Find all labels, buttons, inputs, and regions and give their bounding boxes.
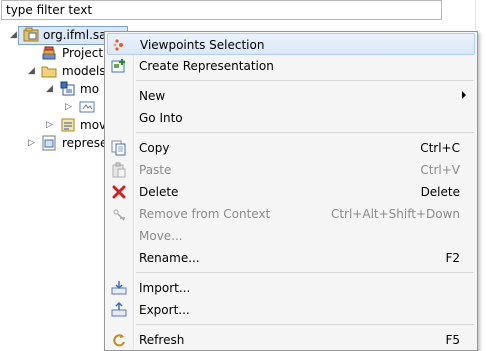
representations-file-icon <box>42 135 56 151</box>
tree-item-model-child[interactable]: ▷ <box>0 98 110 116</box>
collapsed-arrow-icon[interactable]: ▷ <box>28 139 37 148</box>
menu-label: Viewpoints Selection <box>140 38 265 52</box>
menu-item-delete[interactable]: Delete Delete <box>107 181 475 203</box>
copy-icon <box>111 140 126 156</box>
menu-item-import[interactable]: Import... <box>107 277 475 299</box>
export-icon <box>111 302 127 317</box>
menu-item-move[interactable]: Move... <box>107 225 475 247</box>
tree-item-represent[interactable]: ▷ represer <box>0 134 112 152</box>
filter-input[interactable]: type filter text <box>1 0 442 20</box>
menu-label: New <box>139 89 166 103</box>
diagram-model-icon <box>61 118 75 132</box>
menu-item-rename[interactable]: Rename... F2 <box>107 247 475 269</box>
folder-icon <box>41 66 57 78</box>
collapsed-arrow-icon[interactable]: ▷ <box>65 103 74 112</box>
remove-from-context-icon <box>113 209 125 221</box>
menu-item-copy[interactable]: Copy Ctrl+C <box>107 137 475 159</box>
menu-shortcut: F2 <box>445 251 460 265</box>
menu-label: Delete <box>139 185 179 199</box>
menu-shortcut: Ctrl+C <box>420 141 460 155</box>
menu-label: Remove from Context <box>139 207 271 221</box>
delete-icon <box>112 185 126 199</box>
paste-icon <box>112 162 126 178</box>
expanded-arrow-icon[interactable]: ◢ <box>28 67 37 76</box>
viewpoints-icon <box>113 39 123 51</box>
tree-item-project[interactable]: Project I <box>0 44 110 62</box>
menu-item-viewpoints-selection[interactable]: Viewpoints Selection <box>107 33 475 55</box>
project-dependencies-icon <box>42 46 56 60</box>
menu-separator <box>136 272 474 273</box>
menu-label: Go Into <box>139 111 183 125</box>
menu-separator <box>136 80 474 81</box>
project-icon <box>23 27 39 42</box>
model-icon <box>60 81 75 96</box>
menu-label: Copy <box>139 141 170 155</box>
menu-shortcut: Ctrl+Alt+Shift+Down <box>330 207 460 221</box>
menu-item-new[interactable]: New <box>107 85 475 107</box>
tree-models-label: models <box>62 64 106 78</box>
menu-label: Create Representation <box>139 59 274 73</box>
tree-model-label: mo <box>80 82 100 96</box>
menu-separator <box>136 324 474 325</box>
collapsed-arrow-icon[interactable]: ▷ <box>46 121 55 130</box>
menu-label: Move... <box>139 229 183 243</box>
expanded-arrow-icon[interactable]: ◢ <box>10 31 19 40</box>
tree-root-label: org.ifml.sar <box>43 28 112 42</box>
import-icon <box>111 281 127 295</box>
menu-item-paste[interactable]: Paste Ctrl+V <box>107 159 475 181</box>
menu-label: Import... <box>139 281 191 295</box>
menu-item-go-into[interactable]: Go Into <box>107 107 475 129</box>
tree-item-move[interactable]: ▷ mov <box>0 116 110 134</box>
tree-move-label: mov <box>80 118 107 132</box>
menu-label: Paste <box>139 163 172 177</box>
create-representation-icon <box>111 59 125 73</box>
menu-separator <box>136 132 474 133</box>
menu-item-remove-from-context[interactable]: Remove from Context Ctrl+Alt+Shift+Down <box>107 203 475 225</box>
menu-shortcut: Delete <box>420 185 460 199</box>
tree-item-model[interactable]: ◢ mo <box>0 80 110 98</box>
expanded-arrow-icon[interactable]: ◢ <box>46 85 55 94</box>
menu-item-create-representation[interactable]: Create Representation <box>107 55 475 77</box>
menu-label: Export... <box>139 303 190 317</box>
menu-item-refresh[interactable]: Refresh F5 <box>107 329 475 351</box>
submenu-arrow-icon <box>462 91 466 99</box>
context-menu: Viewpoints Selection Create Representati… <box>104 31 478 351</box>
menu-shortcut: Ctrl+V <box>420 163 460 177</box>
menu-label: Rename... <box>139 251 200 265</box>
tree-item-models[interactable]: ◢ models <box>0 62 110 80</box>
view-container-icon <box>79 101 95 113</box>
menu-item-export[interactable]: Export... <box>107 299 475 321</box>
